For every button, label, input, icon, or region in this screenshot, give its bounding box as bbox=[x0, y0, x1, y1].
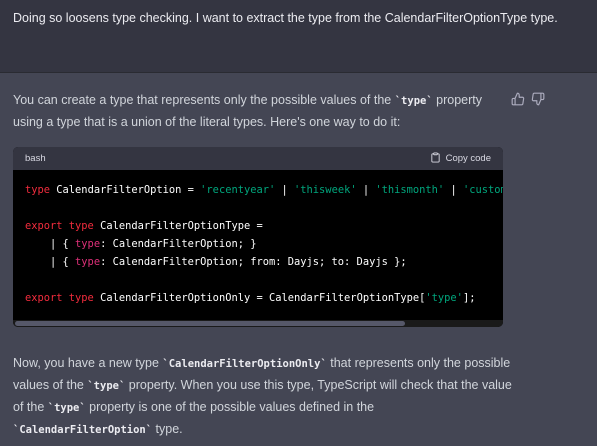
user-message-text: Doing so loosens type checking. I want t… bbox=[13, 11, 558, 25]
code-token: 'thismonth' bbox=[375, 184, 445, 196]
code-token: type bbox=[25, 184, 51, 196]
outro-text-4: property is one of the possible values d… bbox=[85, 400, 375, 414]
code-line: type CalendarFilterOption = 'recentyear'… bbox=[25, 181, 503, 199]
outro-text-5: type. bbox=[152, 422, 183, 436]
intro-text-1: You can create a type that represents on… bbox=[13, 93, 395, 107]
intro-paragraph: You can create a type that represents on… bbox=[13, 90, 503, 133]
inline-code: `type` bbox=[47, 402, 86, 414]
code-block: bash Copy code type CalendarFilterOption… bbox=[13, 147, 503, 327]
inline-code: `type` bbox=[87, 380, 126, 392]
code-block-header: bash Copy code bbox=[13, 147, 503, 170]
scrollbar-thumb[interactable] bbox=[15, 321, 405, 326]
horizontal-scrollbar[interactable] bbox=[13, 320, 503, 327]
outro-paragraph: Now, you have a new type `CalendarFilter… bbox=[13, 353, 513, 441]
copy-code-button[interactable]: Copy code bbox=[430, 151, 491, 166]
code-token: | bbox=[356, 184, 376, 196]
code-token: | bbox=[444, 184, 463, 196]
thumbs-up-icon[interactable] bbox=[511, 92, 525, 106]
code-token: type bbox=[75, 256, 101, 268]
code-token: 'recentyear' bbox=[200, 184, 276, 196]
code-token: : CalendarFilterOption; from: Dayjs; to:… bbox=[100, 256, 407, 268]
code-token: : CalendarFilterOption; } bbox=[100, 238, 257, 250]
inline-code: `type` bbox=[394, 95, 433, 107]
code-token: export type bbox=[25, 220, 94, 232]
clipboard-icon bbox=[430, 151, 441, 166]
code-token: CalendarFilterOptionOnly = CalendarFilte… bbox=[93, 292, 426, 304]
code-token: | { bbox=[25, 256, 76, 268]
inline-code: `CalendarFilterOptionOnly` bbox=[162, 358, 327, 370]
assistant-message: You can create a type that represents on… bbox=[0, 73, 597, 446]
code-token: 'thisweek' bbox=[294, 184, 357, 196]
thumbs-down-icon[interactable] bbox=[531, 92, 545, 106]
code-token: ]; bbox=[462, 292, 476, 304]
code-token: export type bbox=[25, 292, 94, 304]
code-line: export type CalendarFilterOptionType = bbox=[25, 217, 503, 235]
code-content[interactable]: type CalendarFilterOption = 'recentyear'… bbox=[25, 181, 503, 313]
code-language-label: bash bbox=[25, 153, 46, 164]
code-token: 'type' bbox=[425, 292, 463, 304]
code-token: CalendarFilterOption = bbox=[50, 184, 201, 196]
code-token: CalendarFilterOptionType = bbox=[93, 220, 263, 232]
copy-code-label: Copy code bbox=[445, 153, 491, 164]
code-line: | { type: CalendarFilterOption; from: Da… bbox=[25, 253, 503, 271]
code-token: | bbox=[275, 184, 295, 196]
code-token: | { bbox=[25, 238, 76, 250]
chat-page: Doing so loosens type checking. I want t… bbox=[0, 0, 597, 446]
code-line: | { type: CalendarFilterOption; } bbox=[25, 235, 503, 253]
inline-code: `CalendarFilterOption` bbox=[13, 424, 153, 436]
user-message: Doing so loosens type checking. I want t… bbox=[0, 0, 597, 73]
code-line: export type CalendarFilterOptionOnly = C… bbox=[25, 289, 503, 307]
code-token: type bbox=[75, 238, 101, 250]
outro-text-1: Now, you have a new type bbox=[13, 356, 163, 370]
feedback-buttons bbox=[511, 92, 545, 106]
code-token: 'custom' bbox=[462, 184, 503, 196]
